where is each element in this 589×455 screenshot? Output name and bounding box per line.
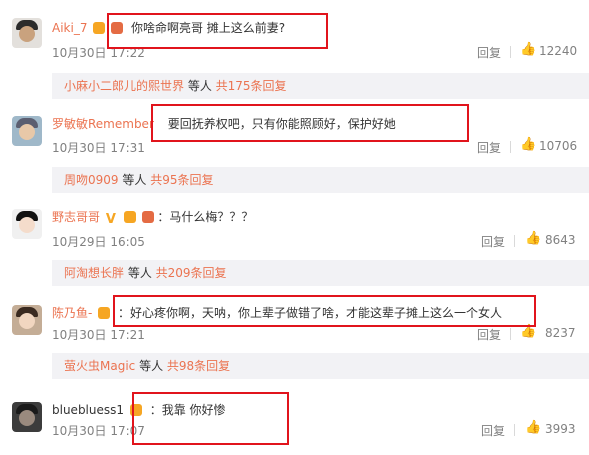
thumbs-up-icon[interactable]: 👍 [520,42,536,57]
reply-users-link[interactable]: 阿淘想长胖 [64,266,124,280]
like-count: 3993 [545,422,576,436]
comment-time: 10月30日 17:07 [52,424,145,438]
replies-bar[interactable]: 阿淘想长胖 等人 共209条回复 [52,260,589,286]
highlight-box [113,295,536,327]
avatar[interactable] [12,116,42,146]
reply-users-link[interactable]: 周吻0909 [64,173,119,187]
username-link[interactable]: 罗敏敏Remember [52,117,154,131]
comment-item: Aiki_7 你啥命啊亮哥 摊上这么前妻? 10月30日 17:22 回复 👍 … [0,0,589,100]
thumbs-up-icon[interactable]: 👍 [525,420,541,435]
username-link[interactable]: 野志哥哥 [52,210,100,224]
replies-bar[interactable]: 萤火虫Magic 等人 共98条回复 [52,353,589,379]
replies-bar[interactable]: 周吻0909 等人 共95条回复 [52,167,589,193]
reply-button[interactable]: 回复 [477,326,501,343]
like-count: 8643 [545,233,576,247]
like-count: 12240 [539,44,578,58]
replies-etc-text: 等人 [124,266,156,280]
comment-time: 10月30日 17:21 [52,328,145,342]
reply-count-link[interactable]: 共95条回复 [150,173,213,187]
like-count: 8237 [545,326,576,340]
reply-count-link[interactable]: 共98条回复 [167,359,230,373]
vip-badge-icon [93,22,106,34]
vip-badge-icon [123,211,136,223]
username-link[interactable]: bluebluess1 [52,403,124,417]
verified-v-icon: V [105,212,116,227]
replies-etc-text: 等人 [184,79,216,93]
reply-count-link[interactable]: 共209条回复 [156,266,227,280]
reply-users-link[interactable]: 萤火虫Magic [64,359,135,373]
divider [510,141,511,153]
reply-button[interactable]: 回复 [481,422,505,439]
comment-text: ：马什么梅？？？ [157,210,254,224]
replies-etc-text: 等人 [118,173,151,187]
divider [514,235,515,247]
comment-item: bluebluess1 ：我靠 你好惨 10月30日 17:07 回复 👍 39… [0,382,589,455]
medal-badge-icon [141,211,154,223]
comment-time: 10月30日 17:31 [52,141,145,155]
avatar[interactable] [12,209,42,239]
avatar[interactable] [12,305,42,335]
avatar[interactable] [12,18,42,48]
comment-item: 野志哥哥 V ：马什么梅？？？ 10月29日 16:05 回复 👍 8643 阿… [0,193,589,287]
thumbs-up-icon[interactable]: 👍 [520,137,536,152]
username-link[interactable]: 陈乃鱼- [52,306,92,320]
replies-etc-text: 等人 [135,359,167,373]
reply-users-link[interactable]: 小麻小二郎儿的熙世界 [64,79,184,93]
highlight-box [132,392,289,445]
divider [510,328,511,340]
comment-item: 罗敏敏Remember 要回抚养权吧，只有你能照顾好，保护好她 10月30日 1… [0,100,589,193]
divider [514,424,515,436]
vip-badge-icon [98,307,111,319]
avatar[interactable] [12,402,42,432]
reply-button[interactable]: 回复 [481,233,505,250]
reply-button[interactable]: 回复 [477,44,501,61]
like-count: 10706 [539,139,578,153]
thumbs-up-icon[interactable]: 👍 [525,231,541,246]
highlight-box [107,13,328,49]
username-link[interactable]: Aiki_7 [52,21,87,35]
highlight-box [151,104,469,142]
comment-item: 陈乃鱼- ：好心疼你啊，天呐，你上辈子做错了啥，才能这辈子摊上这么一个女人 10… [0,287,589,382]
replies-bar[interactable]: 小麻小二郎儿的熙世界 等人 共175条回复 [52,73,589,99]
reply-button[interactable]: 回复 [477,139,501,156]
divider [510,46,511,58]
comment-time: 10月29日 16:05 [52,235,145,249]
reply-count-link[interactable]: 共175条回复 [216,79,287,93]
